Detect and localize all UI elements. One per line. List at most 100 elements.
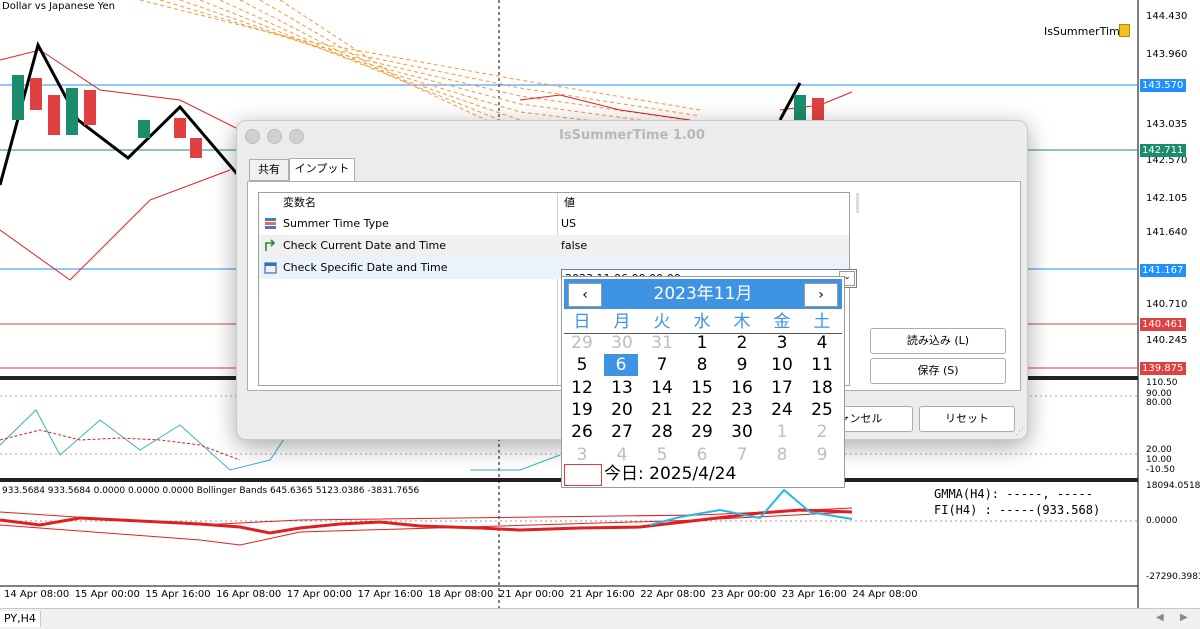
calendar-day[interactable]: 31	[642, 332, 682, 354]
calendar-day[interactable]: 26	[562, 421, 602, 443]
param-value[interactable]: US	[561, 213, 576, 235]
calendar-day[interactable]: 10	[762, 354, 802, 376]
dialog-titlebar[interactable]: IsSummerTime 1.00	[237, 121, 1027, 151]
calendar-day[interactable]: 8	[682, 354, 722, 376]
price-axis-label: 141.640	[1146, 227, 1188, 238]
calendar-day[interactable]: 14	[642, 377, 682, 399]
param-row[interactable]: Check Current Date and Time false	[259, 235, 849, 257]
lower-axis-label: 18094.0518	[1146, 481, 1200, 491]
weekday-label: 水	[693, 312, 711, 332]
calendar-day[interactable]: 3	[762, 332, 802, 354]
calendar-day[interactable]: 5	[562, 354, 602, 376]
candle	[30, 78, 42, 110]
time-axis-label: 23 Apr 00:00	[711, 589, 777, 600]
price-axis-label: 140.245	[1146, 335, 1188, 346]
ma-line	[179, 0, 701, 123]
calendar-day[interactable]: 29	[562, 332, 602, 354]
reset-button[interactable]: リセット	[919, 406, 1015, 432]
calendar-day[interactable]: 1	[682, 332, 722, 354]
candle	[138, 120, 150, 138]
bollinger-lower	[0, 169, 231, 281]
scroll-right-icon[interactable]: ▶	[1180, 612, 1188, 623]
calendar-day[interactable]: 3	[562, 444, 602, 466]
param-name: Check Current Date and Time	[283, 239, 447, 252]
candle	[812, 98, 824, 122]
price-tag-3: 141.167	[1140, 264, 1186, 277]
weekday-label: 木	[733, 312, 751, 332]
calendar-day[interactable]: 27	[602, 421, 642, 443]
calendar-day[interactable]: 11	[802, 354, 842, 376]
calendar-day[interactable]: 6	[604, 354, 638, 377]
param-row[interactable]: Summer Time Type US	[259, 213, 849, 235]
time-axis-label: 18 Apr 08:00	[428, 589, 494, 600]
oscillator-main	[470, 454, 561, 471]
calendar-day[interactable]: 16	[722, 377, 762, 399]
osc-axis-label: -10.50	[1146, 465, 1176, 475]
calendar-day[interactable]: 4	[802, 332, 842, 354]
price-tag-4: 140.461	[1140, 318, 1186, 331]
calendar-day[interactable]: 2	[722, 332, 762, 354]
calendar-day[interactable]: 23	[722, 399, 762, 421]
calendar-day[interactable]: 2	[802, 421, 842, 443]
osc-axis-label: 110.50	[1146, 378, 1178, 388]
param-value[interactable]: false	[561, 235, 587, 257]
calendar-day[interactable]: 21	[642, 399, 682, 421]
calendar-day[interactable]: 22	[682, 399, 722, 421]
calendar-day[interactable]: 9	[802, 444, 842, 466]
time-axis-label: 14 Apr 08:00	[4, 589, 70, 600]
tab-common[interactable]: 共有	[249, 159, 289, 181]
calendar-day[interactable]: 8	[762, 444, 802, 466]
fi-readout: FI(H4) : -----(933.568)	[934, 503, 1101, 517]
col-header-name[interactable]: 変数名	[283, 193, 316, 213]
gmma-line	[649, 488, 853, 526]
scroll-left-icon[interactable]: ◀	[1156, 612, 1164, 623]
weekday-label: 金	[773, 312, 791, 332]
calendar-icon	[264, 262, 277, 274]
calendar-day[interactable]: 9	[722, 354, 762, 376]
price-axis-label: 140.710	[1146, 299, 1188, 310]
lower-axis-label: -27290.3983	[1146, 572, 1200, 582]
gmma-readout: GMMA(H4): -----, -----	[934, 487, 1093, 501]
param-name: Check Specific Date and Time	[283, 261, 448, 274]
next-month-button[interactable]: ›	[804, 283, 838, 307]
indicator-flag-icon	[1119, 24, 1130, 37]
price-tag-5: 139.875	[1140, 362, 1186, 375]
load-button[interactable]: 読み込み (L)	[870, 328, 1006, 354]
candle	[66, 88, 78, 135]
calendar-day[interactable]: 25	[802, 399, 842, 421]
calendar-day[interactable]: 24	[762, 399, 802, 421]
chart-tab-bar: PY,H4 ◀ ▶	[0, 608, 1200, 629]
calendar-day[interactable]: 7	[642, 354, 682, 376]
calendar-day[interactable]: 13	[602, 377, 642, 399]
prev-month-button[interactable]: ‹	[568, 283, 602, 307]
time-axis-label: 15 Apr 16:00	[145, 589, 211, 600]
today-link[interactable]: 今日: 2025/4/24	[604, 463, 736, 485]
tab-inputs[interactable]: インプット	[289, 158, 355, 182]
calendar-day[interactable]: 29	[682, 421, 722, 443]
grid-scrollbar[interactable]	[856, 193, 859, 213]
calendar-day[interactable]: 18	[802, 377, 842, 399]
osc-axis-label: 80.00	[1146, 398, 1172, 408]
calendar-day[interactable]: 15	[682, 377, 722, 399]
calendar-day[interactable]: 17	[762, 377, 802, 399]
ma-line	[139, 0, 701, 111]
price-axis-label: 143.035	[1146, 119, 1188, 130]
calendar-day[interactable]: 19	[562, 399, 602, 421]
osc-axis-label: 20.00	[1146, 445, 1172, 455]
calendar-day[interactable]: 30	[602, 332, 642, 354]
time-axis-label: 15 Apr 00:00	[74, 589, 140, 600]
calendar-day[interactable]: 30	[722, 421, 762, 443]
ma-line	[199, 0, 701, 129]
weekday-label: 月	[613, 312, 631, 332]
calendar-day[interactable]: 1	[762, 421, 802, 443]
save-button[interactable]: 保存 (S)	[870, 358, 1006, 384]
symbol-title: Dollar vs Japanese Yen	[2, 1, 115, 12]
chart-tab[interactable]: PY,H4	[0, 611, 41, 627]
calendar-day[interactable]: 12	[562, 377, 602, 399]
calendar-day[interactable]: 20	[602, 399, 642, 421]
resize-grip-icon[interactable]: ⋰	[1015, 427, 1024, 437]
time-axis-label: 24 Apr 08:00	[852, 589, 918, 600]
calendar-day[interactable]: 28	[642, 421, 682, 443]
today-marker	[564, 464, 602, 486]
col-header-value[interactable]: 値	[564, 193, 575, 213]
